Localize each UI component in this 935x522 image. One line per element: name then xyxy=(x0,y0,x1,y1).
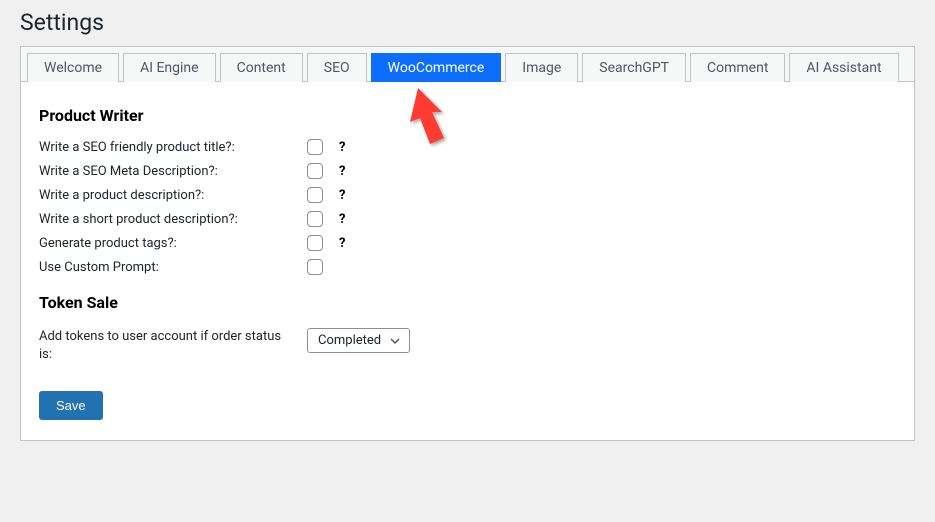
row-prod-desc: Write a product description?: ? xyxy=(39,183,896,207)
label-tags: Generate product tags?: xyxy=(39,236,307,251)
checkbox-short-desc[interactable] xyxy=(307,211,323,227)
select-order-status[interactable]: Completed xyxy=(307,328,410,353)
checkbox-tags[interactable] xyxy=(307,235,323,251)
row-short-desc: Write a short product description?: ? xyxy=(39,207,896,231)
chevron-down-icon xyxy=(389,335,401,347)
checkbox-prod-desc[interactable] xyxy=(307,187,323,203)
row-token-status: Add tokens to user account if order stat… xyxy=(39,322,896,367)
tab-searchgpt[interactable]: SearchGPT xyxy=(582,53,686,82)
checkbox-seo-title[interactable] xyxy=(307,139,323,155)
label-custom-prompt: Use Custom Prompt: xyxy=(39,260,307,275)
help-icon[interactable]: ? xyxy=(339,236,345,251)
label-meta-desc: Write a SEO Meta Description?: xyxy=(39,164,307,179)
row-meta-desc: Write a SEO Meta Description?: ? xyxy=(39,159,896,183)
row-custom-prompt: Use Custom Prompt: xyxy=(39,255,896,279)
label-prod-desc: Write a product description?: xyxy=(39,188,307,203)
tab-ai-assistant[interactable]: AI Assistant xyxy=(789,53,898,82)
select-value: Completed xyxy=(318,333,381,348)
tab-comment[interactable]: Comment xyxy=(690,53,785,82)
row-tags: Generate product tags?: ? xyxy=(39,231,896,255)
heading-product-writer: Product Writer xyxy=(39,106,896,125)
tab-content[interactable]: Content xyxy=(220,53,303,82)
help-icon[interactable]: ? xyxy=(339,188,345,203)
tab-welcome[interactable]: Welcome xyxy=(27,53,119,82)
save-button[interactable]: Save xyxy=(39,391,103,420)
help-icon[interactable]: ? xyxy=(339,212,345,227)
checkbox-meta-desc[interactable] xyxy=(307,163,323,179)
tab-seo[interactable]: SEO xyxy=(307,53,367,82)
help-icon[interactable]: ? xyxy=(339,164,345,179)
page-title: Settings xyxy=(20,0,915,46)
heading-token-sale: Token Sale xyxy=(39,293,896,312)
tab-image[interactable]: Image xyxy=(505,53,578,82)
tab-ai-engine[interactable]: AI Engine xyxy=(123,53,216,82)
tab-woocommerce[interactable]: WooCommerce xyxy=(371,53,502,82)
label-token-status: Add tokens to user account if order stat… xyxy=(39,328,307,364)
settings-panel: Welcome AI Engine Content SEO WooCommerc… xyxy=(20,46,915,441)
help-icon[interactable]: ? xyxy=(339,140,345,155)
checkbox-custom-prompt[interactable] xyxy=(307,259,323,275)
label-short-desc: Write a short product description?: xyxy=(39,212,307,227)
label-seo-title: Write a SEO friendly product title?: xyxy=(39,140,307,155)
row-seo-title: Write a SEO friendly product title?: ? xyxy=(39,135,896,159)
tab-bar: Welcome AI Engine Content SEO WooCommerc… xyxy=(21,47,914,82)
tab-content-area: Product Writer Write a SEO friendly prod… xyxy=(21,82,914,440)
